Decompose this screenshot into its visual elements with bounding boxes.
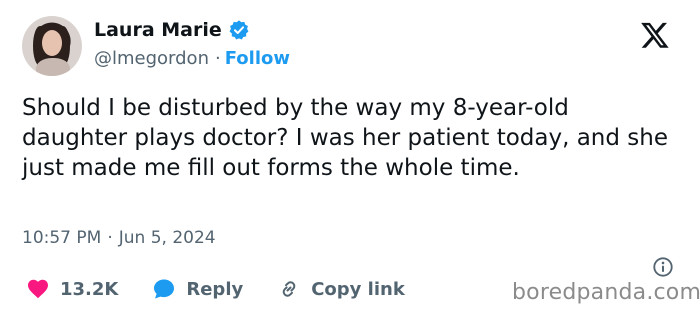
handle-separator: · <box>214 48 221 69</box>
reply-button[interactable]: Reply <box>152 277 243 301</box>
like-count: 13.2K <box>60 278 119 300</box>
copy-link-button[interactable]: Copy link <box>277 277 405 301</box>
avatar-face <box>42 30 62 56</box>
tweet-timestamp[interactable]: 10:57 PM · Jun 5, 2024 <box>22 228 216 248</box>
author-handle[interactable]: @lmegordon <box>94 48 209 69</box>
follow-button[interactable]: Follow <box>225 48 290 69</box>
timestamp-separator: · <box>107 228 113 248</box>
tweet-date: Jun 5, 2024 <box>118 228 216 248</box>
action-bar: 13.2K Reply Copy link <box>26 277 439 301</box>
avatar-shoulders <box>36 58 70 76</box>
author-name-row: Laura Marie <box>94 19 250 41</box>
x-logo-icon[interactable] <box>640 20 670 50</box>
avatar[interactable] <box>22 16 82 76</box>
link-icon <box>282 281 296 297</box>
author-handle-row: @lmegordon · Follow <box>94 48 290 69</box>
reply-label: Reply <box>186 278 244 300</box>
author-name[interactable]: Laura Marie <box>94 19 222 41</box>
verified-badge-icon <box>229 20 249 40</box>
watermark: boredpanda.com <box>512 280 700 305</box>
tweet-text: Should I be disturbed by the way my 8-ye… <box>22 95 669 181</box>
tweet-time: 10:57 PM <box>22 228 102 248</box>
like-button[interactable]: 13.2K <box>26 277 118 301</box>
reply-bubble-icon <box>154 279 175 299</box>
copy-link-label: Copy link <box>311 278 405 300</box>
info-icon[interactable] <box>652 256 674 278</box>
heart-icon <box>28 279 48 299</box>
